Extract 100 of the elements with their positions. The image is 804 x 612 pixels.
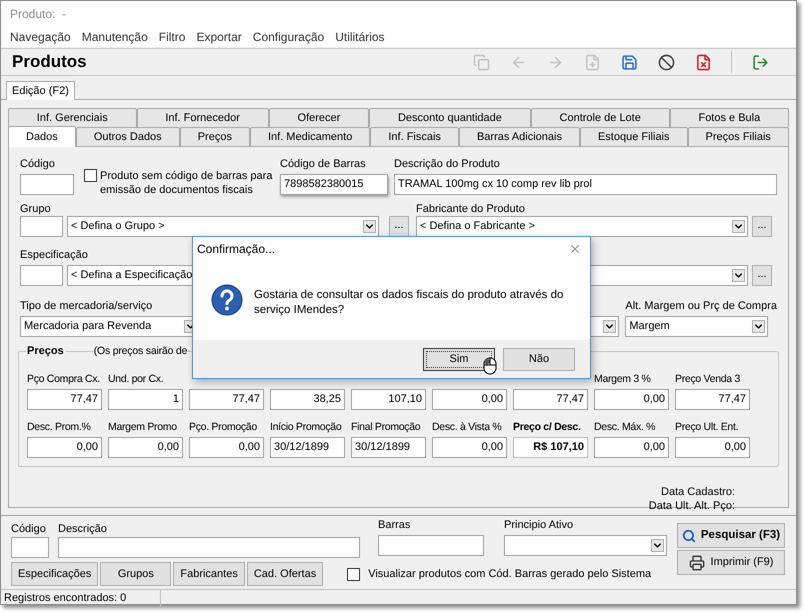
field-label: Início Promoção [270,420,342,434]
action-button[interactable]: Fabricantes [173,562,245,586]
field-label: Barras [378,518,410,532]
field-label: Preço c/ Desc. [513,420,581,434]
field-label: Grupo [20,202,51,216]
action-button[interactable]: Cad. Ofertas [246,562,324,586]
field-label: Desc. Prom.% [27,420,90,434]
print-button[interactable]: Imprimir (F9) [677,550,785,575]
field-label: Principio Ativo [504,518,574,532]
field-label: Código de Barras [280,157,366,171]
input-field[interactable]: 107,10 [351,389,426,410]
tab[interactable]: Preços Filiais [688,127,789,146]
input-field[interactable]: 77,47 [513,389,588,410]
delete-file-icon [694,54,712,70]
tab[interactable]: Controle de Lote [530,108,670,127]
field-label: Código [11,522,46,536]
tab[interactable]: Outros Dados [76,127,180,146]
save-icon [620,54,638,70]
new-file-icon [584,54,600,70]
field-label: Desc. Máx. % [594,420,656,434]
input-field[interactable] [20,174,74,195]
tab[interactable]: Estoque Filiais [580,127,688,146]
input-field[interactable]: 0,00 [27,437,102,458]
tab[interactable]: Preços [180,127,250,146]
menu-item[interactable]: Filtro [154,28,190,46]
tab[interactable]: Dados [8,126,76,147]
prices-note: (Os preços sairão de [94,344,188,358]
search-icon [682,528,696,542]
input-field[interactable] [378,535,484,556]
dropdown[interactable]: < Defina o Grupo > [67,216,379,237]
tab[interactable]: Oferecer [268,108,370,127]
input-field[interactable]: 77,47 [27,389,102,410]
input-field[interactable]: 0,00 [432,437,507,458]
tab[interactable]: Barras Adicionais [458,127,580,146]
input-field[interactable]: 0,00 [432,389,507,410]
field-label: Margem Promo [108,420,177,434]
field-label: Und. por Cx. [108,372,164,386]
tab[interactable]: Inf. Medicamento [250,127,370,146]
tab[interactable]: Inf. Gerenciais [8,108,137,127]
field-label: Descrição do Produto [394,157,500,171]
dialog-button[interactable]: Não [503,348,575,370]
input-field[interactable] [58,537,360,558]
tab[interactable]: Inf. Fornecedor [136,108,269,127]
tab[interactable]: Inf. Fiscais [370,127,459,146]
input-field[interactable]: 0,00 [675,437,750,458]
toolbar-button[interactable] [620,53,638,71]
dropdown[interactable] [504,535,667,556]
input-field[interactable]: TRAMAL 100mg cx 10 comp rev lib prol [394,174,777,195]
dropdown[interactable]: Margem [625,316,768,337]
input-field[interactable]: 30/12/1899 [270,437,345,458]
action-button[interactable]: Grupos [100,562,172,586]
dialog-message: Gostaria de consultar os dados fiscais do produto através do serviço IMendes? [254,288,564,318]
field-label: Desc. à Vista % [432,420,502,434]
question-icon [211,284,243,316]
input-field[interactable]: 0,00 [594,437,669,458]
input-field[interactable]: 1 [108,389,183,410]
browse-button[interactable]: ... [389,216,409,237]
menu-item[interactable]: Navegação [5,28,76,46]
toolbar-button[interactable] [694,53,712,71]
input-field[interactable]: 30/12/1899 [351,437,426,458]
copy-icon [472,54,490,70]
field-label: Preço Venda 3 [675,372,740,386]
browse-button[interactable]: ... [752,216,772,237]
dialog-button[interactable]: Sim [423,348,495,370]
page-title: Produtos [12,51,87,74]
toolbar-button[interactable] [657,53,675,71]
input-field[interactable] [20,216,63,237]
input-field[interactable]: 0,00 [189,437,264,458]
checkbox-label: Produto sem código de barras para emissão de documentos fiscais [100,169,274,197]
input-field[interactable]: 7898582380015 [280,174,388,195]
input-field[interactable]: R$ 107,10 [513,437,588,458]
action-button[interactable]: Especificações [11,562,98,586]
tab[interactable]: Edição (F2) [6,81,75,100]
menu-item[interactable]: Configuração [248,28,330,46]
dialog-title: Confirmação... [197,240,276,258]
checkbox-label: Visualizar produtos com Cód. Barras gerado pelo Sistema [368,566,652,582]
checkbox[interactable] [347,568,360,580]
field-label: Especificação [20,248,88,262]
browse-button[interactable]: ... [752,265,772,286]
input-field[interactable] [20,265,63,286]
menu-item[interactable]: Manutenção [76,28,153,46]
exit-icon [752,54,768,70]
tab[interactable]: Fotos e Bula [670,108,790,127]
search-button[interactable]: Pesquisar (F3) [677,523,785,548]
field-label: Descrição [58,522,107,536]
checkbox[interactable] [84,169,97,182]
toolbar-button[interactable] [751,53,769,71]
input-field[interactable]: 38,25 [270,389,345,410]
tab[interactable]: Desconto quantidade [369,108,531,127]
printer-icon [688,554,705,570]
input-field[interactable]: 77,47 [675,389,750,410]
menu-item[interactable]: Exportar [191,28,247,46]
input-field[interactable]: 0,00 [108,437,183,458]
dropdown[interactable]: < Defina o Fabricante > [416,216,748,237]
input-field[interactable]: 77,47 [189,389,264,410]
menu-item[interactable]: Utilitários [330,28,390,46]
input-field[interactable]: 0,00 [594,389,669,410]
cancel-icon [658,54,674,70]
date-label: Data Cadastro: [661,485,735,499]
input-field[interactable] [11,537,49,558]
